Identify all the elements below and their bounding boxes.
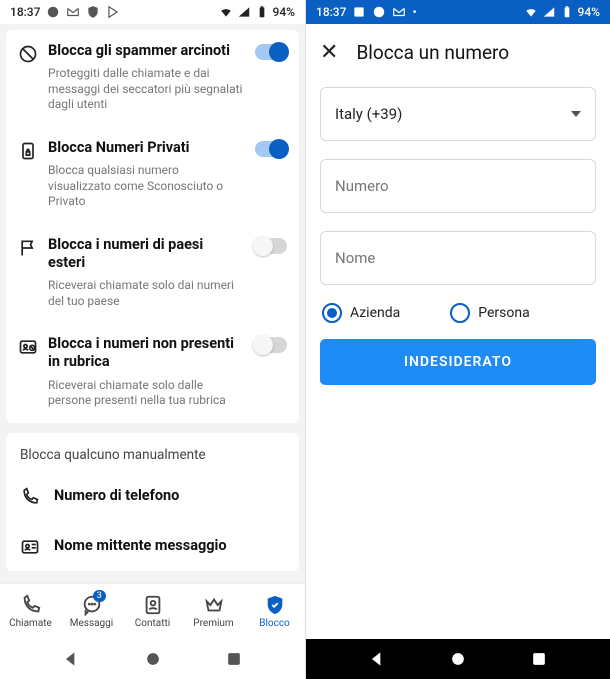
more-icon: • (412, 5, 416, 19)
image-icon (352, 5, 366, 19)
radio-person[interactable]: Persona (450, 303, 529, 323)
radio-label: Persona (478, 305, 529, 321)
gmail-icon (66, 5, 80, 19)
sys-home[interactable] (143, 649, 163, 669)
calls-icon (20, 594, 42, 616)
nav-label: Contatti (135, 618, 170, 629)
dialog-title: Blocca un numero (356, 41, 509, 64)
nav-premium[interactable]: Premium (183, 584, 244, 639)
manual-block-card: Blocca qualcuno manualmente Numero di te… (6, 433, 299, 571)
dialog-body: Italy (+39) Numero Nome Azienda Persona … (306, 81, 610, 391)
play-icon (106, 5, 120, 19)
battery-icon (255, 5, 269, 19)
setting-block-foreign[interactable]: Blocca i numeri di paesi esteri Ricevera… (6, 224, 299, 323)
system-navigation (0, 639, 305, 679)
radio-label: Azienda (350, 305, 400, 321)
status-battery: 94% (273, 5, 295, 19)
status-battery: 94% (578, 5, 600, 19)
type-radio-group: Azienda Persona (320, 303, 596, 339)
setting-block-spammers[interactable]: Blocca gli spammer arcinoti Proteggiti d… (6, 30, 299, 127)
settings-card: Blocca gli spammer arcinoti Proteggiti d… (6, 30, 299, 423)
setting-block-private[interactable]: Blocca Numeri Privati Blocca qualsiasi n… (6, 127, 299, 224)
wifi-icon (524, 5, 538, 19)
sys-back[interactable] (367, 649, 387, 669)
radio-company[interactable]: Azienda (322, 303, 400, 323)
setting-block-not-in-contacts[interactable]: Blocca i numeri non presenti in rubrica … (6, 323, 299, 422)
sys-home[interactable] (448, 649, 468, 669)
status-bar: 18:37 • 94% (306, 0, 610, 24)
radio-unchecked-icon (450, 303, 470, 323)
phone-icon (20, 485, 54, 507)
status-time: 18:37 (10, 5, 40, 19)
shield-icon (86, 5, 100, 19)
sys-recent[interactable] (529, 649, 549, 669)
wifi-icon (219, 5, 233, 19)
block-shield-icon (264, 594, 286, 616)
block-settings-screen: 18:37 94% Blocca gli spammer arcinoti Pr… (0, 0, 305, 679)
chat-icon (46, 5, 60, 19)
toggle-private[interactable] (255, 141, 287, 157)
chevron-down-icon (571, 111, 581, 117)
flag-icon (18, 236, 48, 258)
close-button[interactable]: ✕ (320, 40, 338, 65)
gmail-icon (392, 5, 406, 19)
name-placeholder: Nome (335, 249, 375, 267)
dialog-header: ✕ Blocca un numero (306, 24, 610, 81)
setting-title: Blocca Numeri Privati (48, 139, 243, 157)
settings-body: Blocca gli spammer arcinoti Proteggiti d… (0, 24, 305, 583)
setting-title: Blocca i numeri non presenti in rubrica (48, 335, 243, 371)
nav-contacts[interactable]: Contatti (122, 584, 183, 639)
setting-desc: Proteggiti dalle chiamate e dai messaggi… (48, 66, 243, 113)
country-select[interactable]: Italy (+39) (320, 87, 596, 141)
name-input[interactable]: Nome (320, 231, 596, 285)
manual-block-phone[interactable]: Numero di telefono (6, 471, 299, 521)
phone-lock-icon (18, 139, 48, 161)
sys-recent[interactable] (224, 649, 244, 669)
contacts-icon (142, 594, 164, 616)
toggle-spammers[interactable] (255, 44, 287, 60)
radio-checked-icon (322, 303, 342, 323)
signal-icon (542, 5, 556, 19)
bottom-navigation: Chiamate 3 Messaggi Contatti Premium Blo… (0, 583, 305, 639)
toggle-foreign[interactable] (255, 238, 287, 254)
premium-icon (203, 594, 225, 616)
number-input[interactable]: Numero (320, 159, 596, 213)
sys-back[interactable] (61, 649, 81, 669)
setting-title: Blocca i numeri di paesi esteri (48, 236, 243, 272)
setting-desc: Riceverai chiamate solo dalle persone pr… (48, 378, 243, 409)
unwanted-button[interactable]: INDESIDERATO (320, 339, 596, 385)
manual-block-sender[interactable]: Nome mittente messaggio (6, 521, 299, 571)
system-navigation (306, 639, 610, 679)
nav-label: Chiamate (9, 618, 52, 629)
nav-label: Messaggi (70, 618, 113, 629)
nav-label: Blocco (259, 618, 290, 629)
toggle-contacts[interactable] (255, 337, 287, 353)
country-value: Italy (+39) (335, 105, 402, 123)
block-number-screen: 18:37 • 94% ✕ Blocca un numero Italy (+3… (305, 0, 610, 679)
messages-badge: 3 (93, 590, 106, 602)
contact-block-icon (18, 335, 48, 357)
button-label: INDESIDERATO (404, 354, 512, 370)
chat-icon (372, 5, 386, 19)
manual-item-label: Numero di telefono (54, 487, 179, 504)
manual-block-header: Blocca qualcuno manualmente (6, 433, 299, 471)
setting-title: Blocca gli spammer arcinoti (48, 42, 243, 60)
signal-icon (237, 5, 251, 19)
nav-messages[interactable]: 3 Messaggi (61, 584, 122, 639)
setting-desc: Riceverai chiamate solo dai numeri del t… (48, 278, 243, 309)
nav-block[interactable]: Blocco (244, 584, 305, 639)
manual-item-label: Nome mittente messaggio (54, 537, 227, 554)
battery-icon (560, 5, 574, 19)
nav-label: Premium (193, 618, 233, 629)
setting-desc: Blocca qualsiasi numero visualizzato com… (48, 163, 243, 210)
sender-icon (20, 535, 54, 557)
status-bar: 18:37 94% (0, 0, 305, 24)
status-time: 18:37 (316, 5, 346, 19)
spacer (306, 391, 610, 639)
number-placeholder: Numero (335, 177, 389, 195)
nav-calls[interactable]: Chiamate (0, 584, 61, 639)
block-icon (18, 42, 48, 64)
